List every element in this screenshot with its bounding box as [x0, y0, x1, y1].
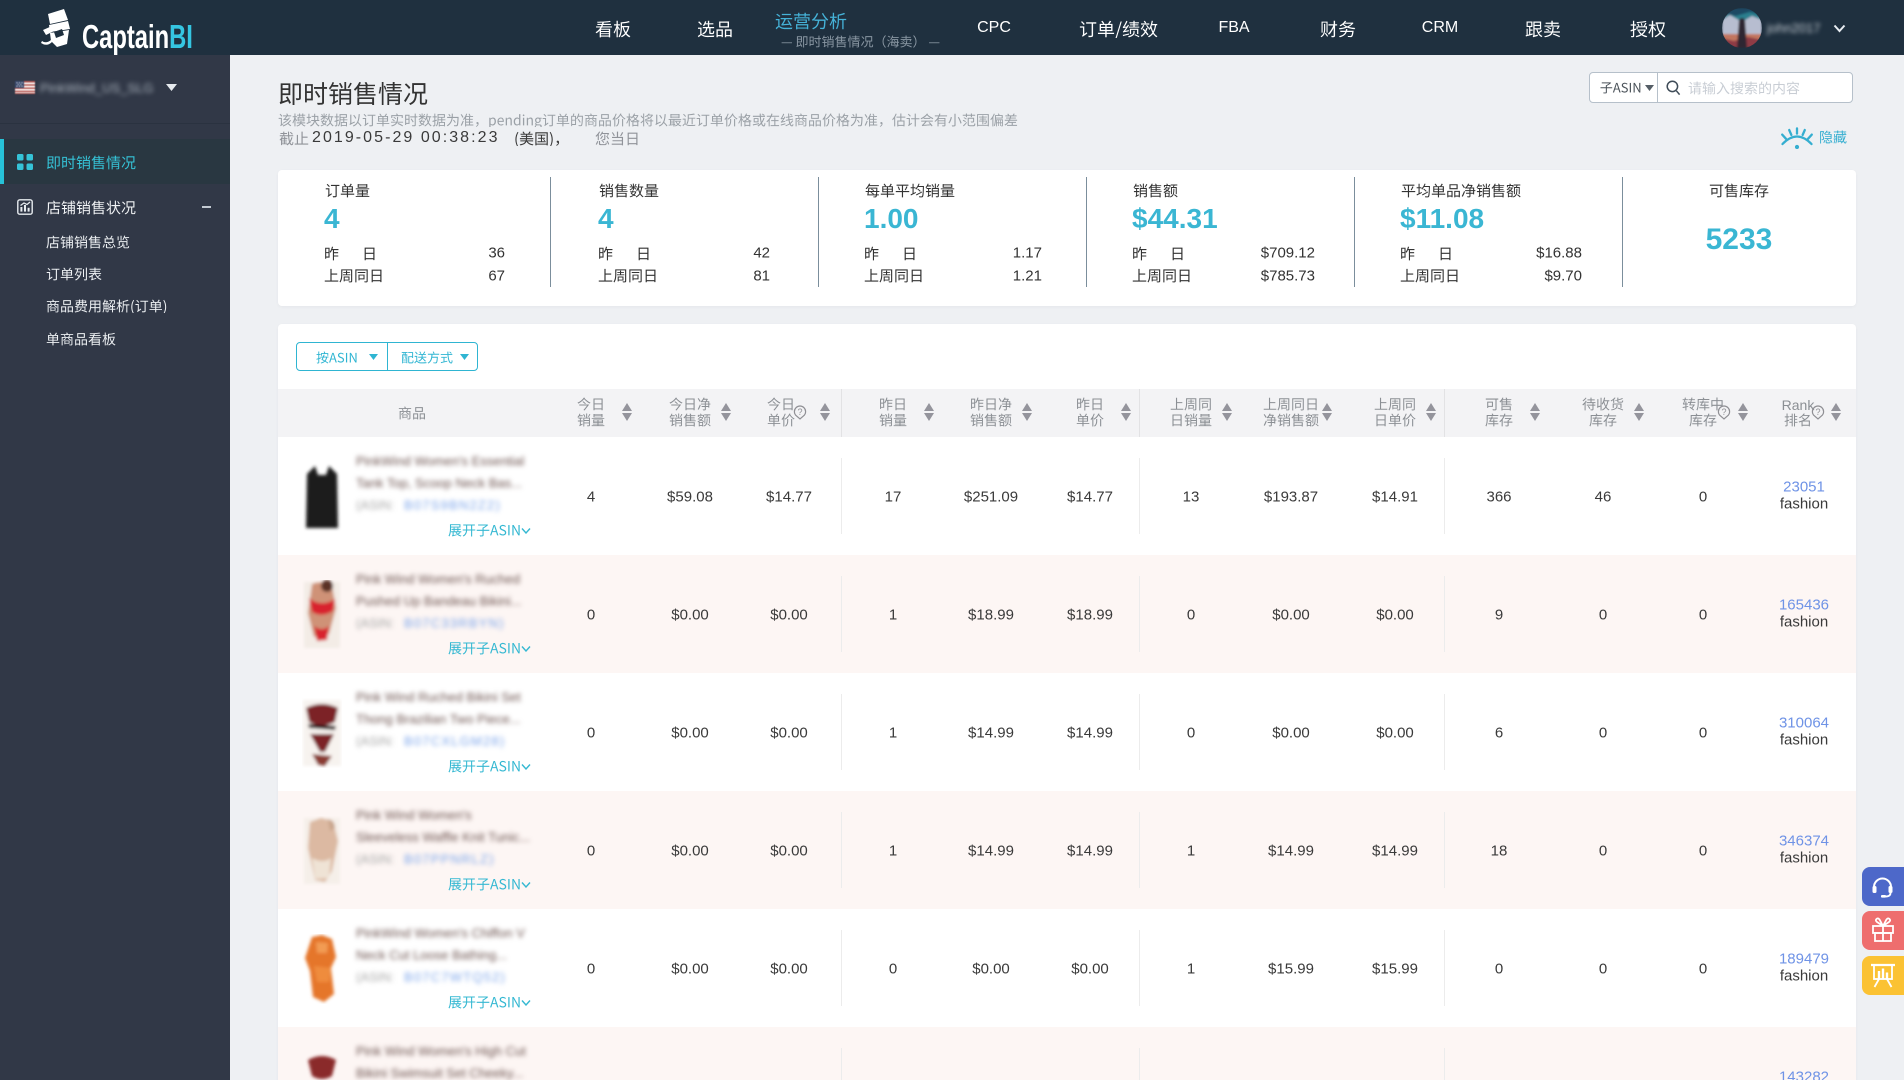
svg-text:?: ?	[1721, 406, 1726, 416]
svg-text:?: ?	[1815, 406, 1820, 416]
svg-text:?: ?	[797, 406, 802, 416]
